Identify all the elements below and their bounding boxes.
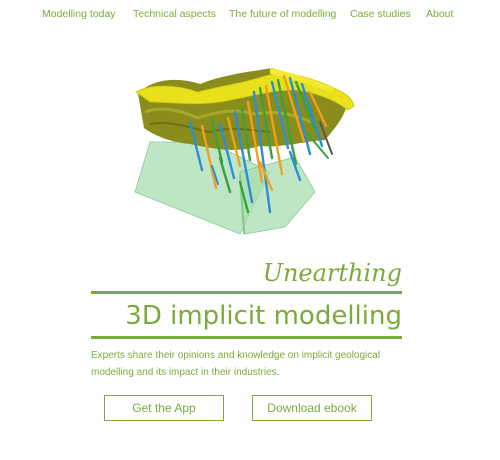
- get-the-app-button[interactable]: Get the App: [104, 395, 224, 421]
- divider-bottom: [91, 336, 402, 339]
- nav-item-case-studies[interactable]: Case studies: [350, 7, 411, 21]
- nav-item-technical-aspects[interactable]: Technical aspects: [133, 7, 216, 21]
- download-ebook-button[interactable]: Download ebook: [252, 395, 372, 421]
- nav-item-about[interactable]: About: [426, 7, 453, 21]
- top-nav: Modelling today Technical aspects The fu…: [0, 7, 500, 21]
- nav-item-modelling-today[interactable]: Modelling today: [42, 7, 116, 21]
- hero-description: Experts share their opinions and knowled…: [91, 350, 381, 378]
- divider-top: [91, 291, 402, 294]
- page-title: 3D implicit modelling: [125, 301, 402, 331]
- nav-item-future-of-modelling[interactable]: The future of modelling: [229, 7, 336, 21]
- hero-kicker: Unearthing: [262, 259, 402, 287]
- geological-model-illustration: [134, 68, 355, 235]
